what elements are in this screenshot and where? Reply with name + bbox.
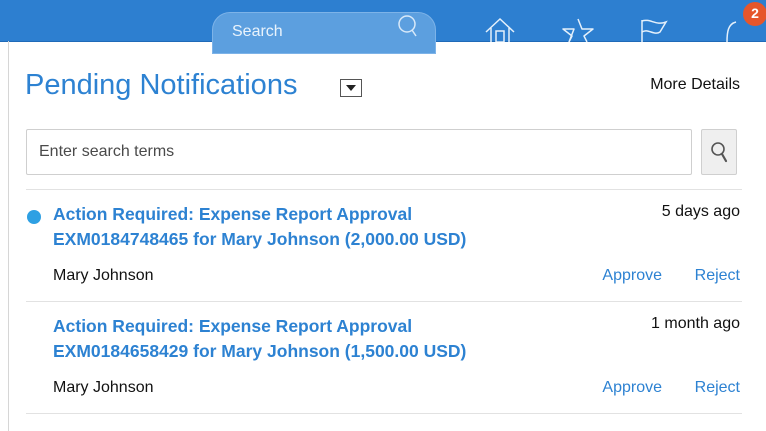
notification-item: Action Required: Expense Report Approval… bbox=[26, 190, 742, 300]
unread-indicator bbox=[27, 210, 41, 224]
notifications-panel: Pending Notifications More Details Actio… bbox=[9, 41, 766, 431]
search-icon[interactable] bbox=[396, 13, 418, 39]
notification-time: 1 month ago bbox=[651, 315, 740, 332]
divider bbox=[26, 413, 742, 414]
search-input[interactable] bbox=[26, 129, 692, 175]
top-bar: Search 2 bbox=[0, 0, 766, 54]
notification-count-badge[interactable]: 2 bbox=[743, 2, 766, 26]
notification-title-link[interactable]: Action Required: Expense Report Approval… bbox=[53, 314, 593, 364]
search-icon bbox=[711, 142, 728, 163]
search-button[interactable] bbox=[701, 129, 737, 175]
star-icon[interactable] bbox=[560, 16, 596, 42]
more-details-link[interactable]: More Details bbox=[650, 76, 740, 94]
notification-sender: Mary Johnson bbox=[53, 267, 154, 284]
notification-title-link[interactable]: Action Required: Expense Report Approval… bbox=[53, 202, 593, 252]
notification-title-line2: EXM0184658429 for Mary Johnson (1,500.00… bbox=[53, 341, 467, 361]
reject-link[interactable]: Reject bbox=[695, 379, 740, 397]
notification-time: 5 days ago bbox=[661, 203, 740, 220]
notification-title-line1: Action Required: Expense Report Approval bbox=[53, 316, 413, 336]
approve-link[interactable]: Approve bbox=[602, 379, 662, 397]
notification-title-line1: Action Required: Expense Report Approval bbox=[53, 204, 413, 224]
approve-link[interactable]: Approve bbox=[602, 267, 662, 285]
notification-sender: Mary Johnson bbox=[53, 379, 154, 396]
notification-title-line2: EXM0184748465 for Mary Johnson (2,000.00… bbox=[53, 229, 467, 249]
notification-item: Action Required: Expense Report Approval… bbox=[26, 302, 742, 412]
flag-icon[interactable] bbox=[636, 16, 672, 42]
global-search-label: Search bbox=[232, 23, 283, 40]
home-icon[interactable] bbox=[481, 16, 519, 42]
title-dropdown-button[interactable] bbox=[340, 79, 362, 97]
page-title: Pending Notifications bbox=[25, 69, 298, 101]
reject-link[interactable]: Reject bbox=[695, 267, 740, 285]
